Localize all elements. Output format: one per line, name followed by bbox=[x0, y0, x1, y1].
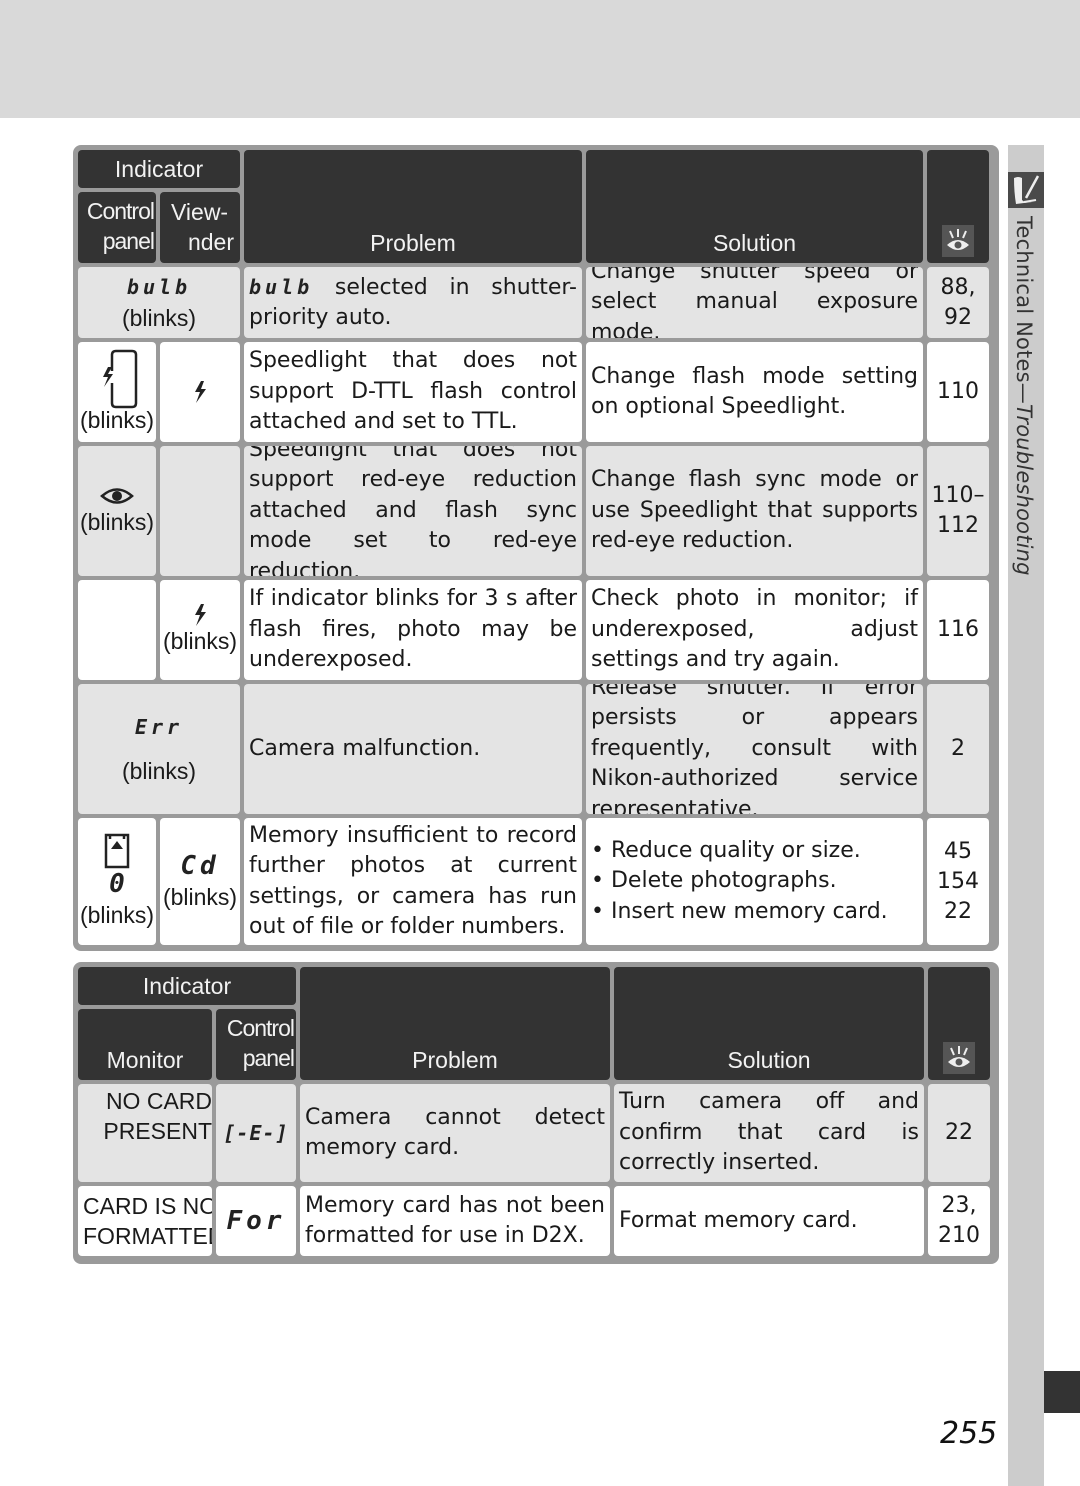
header-control-panel: Control panel bbox=[216, 1009, 296, 1080]
row2-solution: Change flash mode setting on optional Sp… bbox=[586, 342, 923, 442]
row3-viewfinder bbox=[160, 446, 240, 576]
memory-card-icon bbox=[104, 834, 130, 869]
row6-control-panel: 0 (blinks) bbox=[78, 818, 156, 945]
row3-control-panel: (blinks) bbox=[78, 446, 156, 576]
section-title: Technical Notes—Troubleshooting bbox=[1012, 216, 1036, 576]
row5-solution: Release shutter. If error persists or ap… bbox=[586, 684, 923, 814]
header-page-ref bbox=[927, 150, 989, 263]
row1-control-panel: [-E-] bbox=[216, 1084, 296, 1182]
row2-page-ref: 110 bbox=[927, 342, 989, 442]
row1-solution: Turn camera off and confirm that card is… bbox=[614, 1084, 924, 1182]
row3-page-ref: 110– 112 bbox=[927, 446, 989, 576]
solution-bullet: • Delete photographs. bbox=[591, 868, 837, 894]
technical-notes-icon bbox=[1008, 172, 1044, 208]
header-problem: Problem bbox=[300, 967, 610, 1080]
row6-page-ref: 45 154 22 bbox=[927, 818, 989, 945]
header-page-ref bbox=[928, 967, 990, 1080]
header-indicator: Indicator bbox=[78, 150, 240, 188]
row4-solution: Check photo in monitor; if underexposed,… bbox=[586, 580, 923, 680]
row4-problem: If indicator blinks for 3 s after flash … bbox=[244, 580, 582, 680]
solution-bullet: • Insert new memory card. bbox=[591, 898, 888, 924]
row4-viewfinder: (blinks) bbox=[160, 580, 240, 680]
row1-problem: bulb selected in shutter-priority auto. bbox=[244, 267, 582, 338]
row2-problem: Memory card has not been formatted for u… bbox=[300, 1186, 610, 1256]
row1-page-ref: 22 bbox=[928, 1084, 990, 1182]
header-solution: Solution bbox=[586, 150, 923, 263]
row4-control-panel bbox=[78, 580, 156, 680]
row2-solution: Format memory card. bbox=[614, 1186, 924, 1256]
flash-icon bbox=[195, 381, 206, 403]
row2-page-ref: 23, 210 bbox=[928, 1186, 990, 1256]
troubleshooting-table-viewfinder: Indicator Problem Solution Control panel … bbox=[73, 145, 999, 951]
row3-solution: Change flash sync mode or use Speedlight… bbox=[586, 446, 923, 576]
row1-solution: Change shutter speed or select manual ex… bbox=[586, 267, 923, 338]
row5-indicator: Err (blinks) bbox=[78, 684, 240, 814]
row1-indicator: bulb (blinks) bbox=[78, 267, 240, 338]
page-number: 255 bbox=[940, 1416, 998, 1451]
header-indicator: Indicator bbox=[78, 967, 296, 1005]
header-control-panel: Control panel bbox=[78, 192, 156, 263]
flash-bracket-icon bbox=[103, 349, 138, 409]
section-marker-tab bbox=[1044, 1371, 1080, 1413]
page-header-band bbox=[0, 0, 1080, 118]
row1-monitor: NO CARD PRESENT bbox=[78, 1084, 212, 1182]
row2-control-panel: For bbox=[216, 1186, 296, 1256]
row2-monitor: CARD IS NOTFORMATTED bbox=[78, 1186, 212, 1256]
row4-page-ref: 116 bbox=[927, 580, 989, 680]
row2-viewfinder bbox=[160, 342, 240, 442]
solution-bullet: • Reduce quality or size. bbox=[591, 837, 861, 863]
row3-problem: Speedlight that does not support red-eye… bbox=[244, 446, 582, 576]
row6-viewfinder: Cd (blinks) bbox=[160, 818, 240, 945]
header-monitor: Monitor bbox=[78, 1009, 212, 1080]
row1-page-ref: 88, 92 bbox=[927, 267, 989, 338]
row2-problem: Speedlight that does not support D-TTL f… bbox=[244, 342, 582, 442]
header-solution: Solution bbox=[614, 967, 924, 1080]
header-viewfinder: View-nder bbox=[160, 192, 240, 263]
row1-problem: Camera cannot detect memory card. bbox=[300, 1084, 610, 1182]
red-eye-icon bbox=[100, 488, 134, 504]
row5-problem: Camera malfunction. bbox=[244, 684, 582, 814]
page-reference-eye-icon bbox=[942, 225, 974, 257]
flash-icon bbox=[195, 604, 206, 626]
page-reference-eye-icon bbox=[943, 1042, 975, 1074]
row6-problem: Memory insufficient to record further ph… bbox=[244, 818, 582, 945]
row5-page-ref: 2 bbox=[927, 684, 989, 814]
row6-solution: • Reduce quality or size. • Delete photo… bbox=[586, 818, 923, 945]
row2-control-panel: (blinks) bbox=[78, 342, 156, 442]
header-problem: Problem bbox=[244, 150, 582, 263]
troubleshooting-table-monitor: Indicator Problem Solution Monitor Contr… bbox=[73, 962, 999, 1264]
